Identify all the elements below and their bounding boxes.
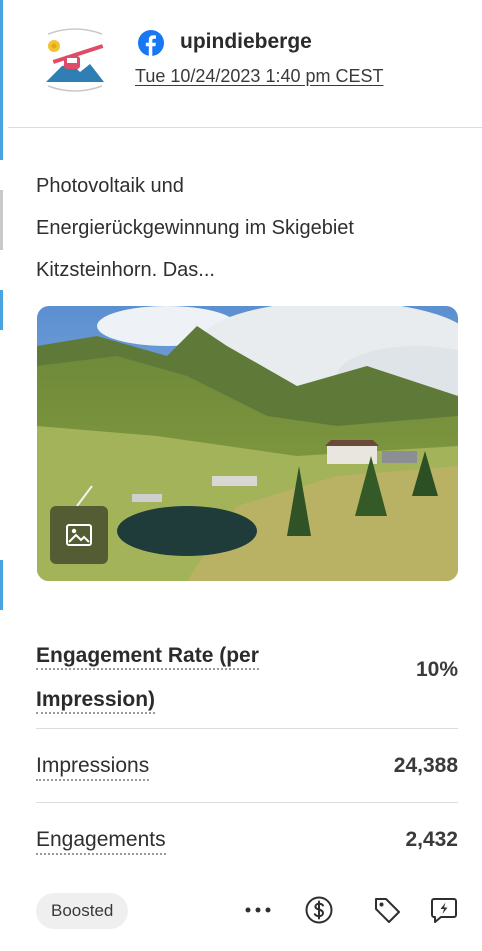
- metric-label-line: Impression): [36, 688, 156, 714]
- tag-button[interactable]: [370, 893, 404, 927]
- post-text-line: Photovoltaik und: [36, 175, 184, 197]
- post-timestamp-link[interactable]: Tue 10/24/2023 1:40 pm CEST: [135, 66, 383, 87]
- metric-value: 24,388: [393, 754, 458, 777]
- post-card[interactable]: upindieberge Tue 10/24/2023 1:40 pm CEST…: [8, 0, 482, 951]
- metric-impressions: Impressions 24,388: [36, 730, 458, 803]
- metric-label[interactable]: Impressions: [36, 754, 150, 781]
- boost-post-button[interactable]: [427, 893, 461, 927]
- image-type-badge: [50, 506, 108, 564]
- post-text-line: Kitzsteinhorn. Das...: [36, 259, 215, 281]
- post-text: Photovoltaik und Energierückgewinnung im…: [36, 165, 466, 291]
- metric-label[interactable]: Engagement Rate (per Impression): [36, 634, 259, 722]
- metric-value: 2,432: [405, 828, 458, 851]
- post-image[interactable]: [37, 306, 458, 581]
- dollar-circle-icon: [305, 896, 333, 924]
- boost-icon: [431, 898, 457, 923]
- account-logo: [40, 22, 110, 96]
- metric-engagement-rate: Engagement Rate (per Impression) 10%: [36, 634, 458, 729]
- metric-label-line: Engagement Rate (per: [36, 644, 259, 670]
- metric-engagements: Engagements 2,432: [36, 804, 458, 874]
- boost-spend-button[interactable]: [302, 893, 336, 927]
- post-header: upindieberge Tue 10/24/2023 1:40 pm CEST: [8, 0, 482, 128]
- post-text-line: Energierückgewinnung im Skigebiet: [36, 217, 354, 239]
- facebook-icon: [138, 30, 164, 56]
- account-name[interactable]: upindieberge: [180, 30, 312, 54]
- image-icon: [66, 524, 92, 546]
- more-icon: [245, 907, 271, 913]
- metric-value: 10%: [415, 658, 458, 681]
- left-edge-strip: [0, 0, 6, 951]
- metric-label[interactable]: Engagements: [36, 828, 166, 855]
- boosted-badge: Boosted: [36, 893, 129, 929]
- tag-icon: [375, 898, 400, 923]
- more-options-button[interactable]: [241, 893, 275, 927]
